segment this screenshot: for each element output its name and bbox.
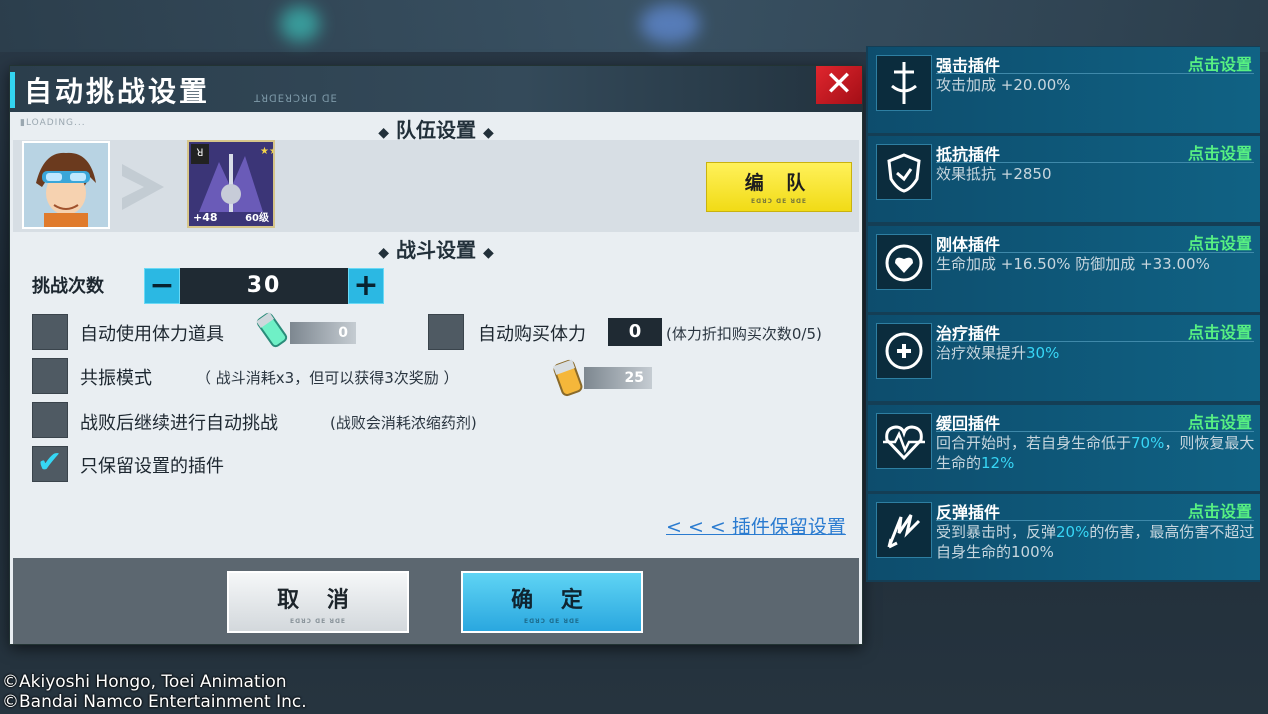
heartbeat-icon [876,413,932,469]
stamina-item-count-bar: 0 [290,322,356,344]
heal-icon [876,323,932,379]
copyright-line: ©Bandai Namco Entertainment Inc. [2,692,307,712]
resonance-count-bar: 25 [584,367,652,389]
plugin-set-action[interactable]: 点击设置 [1188,140,1252,164]
plugin-card-regen[interactable]: 缓回插件 点击设置 回合开始时，若自身生命低于70%，则恢复最大生命的12% [868,405,1260,491]
cancel-button-sublabel: ꓰꓷꓤꓛ ꓷꓰ ꓤꓷꓰ [289,618,347,625]
attribute-badge: ꓤ [191,144,209,164]
plugin-keep-settings-link[interactable]: < < < 插件保留设置 [666,512,846,539]
tamer-avatar[interactable] [22,141,110,229]
auto-buy-count-input[interactable]: 0 [608,318,662,346]
plugin-description: 生命加成 +16.50% 防御加成 +33.00% [936,255,1210,273]
resonance-note: （ 战斗消耗x3，但可以获得3次奖励 ） [196,369,459,387]
resonance-mode-checkbox[interactable] [32,358,68,394]
challenge-count-value: 30 [246,273,282,298]
header-accent-bar [10,72,15,108]
confirm-button-sublabel: ꓰꓷꓤꓛ ꓷꓰ ꓤꓷꓰ [523,618,581,625]
divider [936,341,1254,342]
plugin-card-strike[interactable]: 强击插件 点击设置 攻击加成 +20.00% [868,47,1260,133]
confirm-button-label: 确 定 [511,588,593,613]
plugin-set-action[interactable]: 点击设置 [1188,409,1252,433]
auto-stamina-item-label: 自动使用体力道具 [80,324,224,345]
shield-icon [876,144,932,200]
divider [936,252,1254,253]
minus-icon: − [149,268,175,303]
digimon-level: 60级 [245,213,269,224]
team-formation-button[interactable]: 编 队 ꓰꓷꓤꓛ ꓷꓰ ꓤꓷꓰ [706,162,852,212]
team-button-sublabel: ꓰꓷꓤꓛ ꓷꓰ ꓤꓷꓰ [750,198,808,205]
plugin-card-reflect[interactable]: 反弹插件 点击设置 受到暴击时，反弹20%的伤害，最高伤害不超过自身生命的100… [868,494,1260,580]
plugin-set-action[interactable]: 点击设置 [1188,319,1252,343]
close-icon: ✕ [824,64,854,104]
stamina-item-count: 0 [338,325,348,341]
team-section-title: ◆ 队伍设置 ◆ [378,118,494,142]
divider [936,431,1254,432]
heart-shield-icon [876,234,932,290]
plugin-set-action[interactable]: 点击设置 [1188,498,1252,522]
plugin-card-resist[interactable]: 抵抗插件 点击设置 效果抵抗 +2850 [868,136,1260,222]
copyright-notice: ©Akiyoshi Hongo, Toei Animation ©Bandai … [2,672,307,712]
dialog-title: 自动挑战设置 [24,75,211,108]
cancel-button[interactable]: 取 消 ꓰꓷꓤꓛ ꓷꓰ ꓤꓷꓰ [227,571,409,633]
dialog-header: 自动挑战设置 ꓕꓤꓷꓰꓤꓛꓤꓷ ꓷꓰ ✕ [10,66,862,112]
battle-section-title: ◆ 战斗设置 ◆ [378,238,494,262]
keep-plugins-checkbox[interactable]: ✔ [32,445,68,482]
arrow-logo-icon [122,164,164,210]
tamer-portrait-icon [24,143,108,227]
divider [936,162,1254,163]
plugin-set-action[interactable]: 点击设置 [1188,230,1252,254]
plugin-description: 受到暴击时，反弹20%的伤害，最高伤害不超过自身生命的100% [936,523,1255,561]
plugin-card-heal[interactable]: 治疗插件 点击设置 治疗效果提升30% [868,315,1260,401]
close-button[interactable]: ✕ [816,66,862,104]
star-rating: ★★★★★ [260,146,273,157]
divider [936,73,1254,74]
cancel-button-label: 取 消 [277,588,359,613]
top-hud-blurred [0,0,1268,52]
background-glow [640,4,700,44]
auto-stamina-item-checkbox[interactable] [32,314,68,350]
keep-plugins-label: 只保留设置的插件 [80,456,224,477]
resonance-count: 25 [624,370,644,386]
stamina-potion-icon [256,312,288,348]
plugin-description: 效果抵抗 +2850 [936,165,1052,183]
challenge-count-label: 挑战次数 [32,276,104,297]
challenge-count-stepper: − 30 + [144,268,384,304]
confirm-button[interactable]: 确 定 ꓰꓷꓤꓛ ꓷꓰ ꓤꓷꓰ [461,571,643,633]
reflect-icon [876,502,932,558]
dialog-subtitle: ꓕꓤꓷꓰꓤꓛꓤꓷ ꓷꓰ [254,94,338,105]
digimon-card[interactable]: ꓤ ★★★★★ +48 60级 [187,140,275,228]
auto-buy-note: (体力折扣购买次数0/5) [666,325,822,343]
divider [936,520,1254,521]
dialog-footer [13,558,859,644]
plugin-description: 攻击加成 +20.00% [936,76,1071,94]
plugin-card-rigid[interactable]: 刚体插件 点击设置 生命加成 +16.50% 防御加成 +33.00% [868,226,1260,312]
team-button-label: 编 队 [744,172,814,194]
decrement-button[interactable]: − [144,268,180,304]
plugin-description: 回合开始时，若自身生命低于70%，则恢复最大生命的12% [936,434,1255,472]
digimon-plus-level: +48 [193,211,218,224]
plus-icon: + [353,268,379,303]
plugin-description: 治疗效果提升30% [936,344,1060,362]
check-icon: ✔ [37,445,63,480]
defeat-note: (战败会消耗浓缩药剂) [330,414,477,432]
continue-after-defeat-label: 战败后继续进行自动挑战 [80,413,278,434]
copyright-line: ©Akiyoshi Hongo, Toei Animation [2,672,287,692]
resonance-mode-label: 共振模式 [80,368,152,389]
plugin-set-action[interactable]: 点击设置 [1188,51,1252,75]
auto-buy-stamina-checkbox[interactable] [428,314,464,350]
increment-button[interactable]: + [348,268,384,304]
background-glow [280,6,320,42]
sword-icon [876,55,932,111]
continue-after-defeat-checkbox[interactable] [32,402,68,438]
auto-buy-stamina-label: 自动购买体力 [478,324,586,345]
